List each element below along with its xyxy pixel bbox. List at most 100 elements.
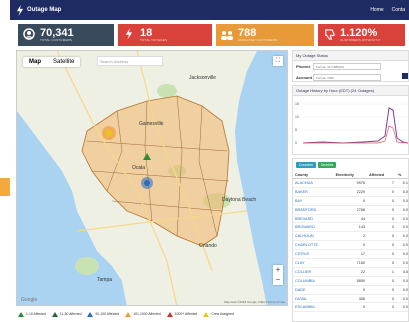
column-header[interactable]: County [293, 171, 334, 179]
zoom-in-button[interactable]: + [273, 265, 283, 275]
county-link[interactable]: BRADFORD [293, 205, 334, 215]
stat-label: AFFECTED CUSTOMERS [238, 38, 278, 42]
table-cell: 0 [367, 240, 396, 251]
table-cell: 0.0 [395, 187, 408, 197]
table-cell: 0.0 [395, 196, 408, 206]
column-header[interactable]: Electricity [333, 171, 368, 179]
y-tick: 0 [295, 141, 297, 145]
triangle-icon [203, 311, 210, 317]
table-cell: 0 [333, 302, 368, 313]
fullscreen-icon[interactable]: ⛶ [273, 56, 283, 66]
table-cell: 0.0 [395, 258, 408, 268]
stat-value: 70,341 [40, 27, 74, 39]
county-link[interactable]: ALACHUA [293, 178, 334, 188]
tab-map[interactable]: Map [23, 57, 47, 67]
address-search-input[interactable]: Search Address [97, 56, 163, 66]
table-row[interactable]: ALACHUA 9976 7 0.1 [293, 178, 408, 188]
crew-assigned-marker[interactable] [106, 130, 112, 136]
column-header[interactable]: Affected [367, 171, 396, 179]
table-row[interactable]: DUVAL 308 0 0.0 [293, 294, 408, 304]
table-cell: 0.0 [395, 302, 408, 313]
table-cell: 5890 [333, 276, 368, 286]
counties-button[interactable]: Counties [296, 162, 316, 168]
county-link[interactable]: CHARLOTTE [293, 240, 334, 251]
stat-card-total-outages: 18 TOTAL OUTAGES [118, 24, 212, 46]
county-link[interactable]: CALHOUN [293, 231, 334, 242]
county-link[interactable]: BREVARD [293, 214, 334, 224]
status-submit-button[interactable] [402, 73, 408, 79]
side-accent [0, 178, 10, 196]
map-attribution[interactable]: Map data ©2018 Google, INEGI Terms of Us… [224, 300, 285, 304]
table-row[interactable]: BAKER 2229 0 0.0 [293, 187, 408, 197]
county-link[interactable]: DADE [293, 285, 334, 295]
table-cell: 17 [333, 249, 368, 260]
table-cell: 2788 [333, 205, 368, 215]
table-cell: 0.1 [395, 178, 408, 188]
outage-marker[interactable] [144, 180, 150, 186]
account-label: Account [296, 75, 312, 80]
table-cell: 0 [333, 240, 368, 251]
y-tick: 15 [295, 102, 299, 106]
map-canvas[interactable]: Gainesville Jacksonville Ocala Orlando T… [17, 51, 288, 306]
table-cell: 0 [367, 205, 396, 215]
table-row[interactable]: COLUMBIA 5890 0 0.0 [293, 276, 408, 286]
zoom-control[interactable]: + − [273, 265, 283, 285]
stat-label: TOTAL OUTAGES [140, 38, 168, 42]
table-row[interactable]: COLLIER 22 1 4.5 [293, 267, 408, 277]
table-cell: 0.0 [395, 276, 408, 286]
county-link[interactable]: CITRUS [293, 249, 334, 260]
table-cell: 22 [333, 267, 368, 277]
legend-label: 51-100 Affected [95, 312, 120, 316]
tab-satellite[interactable]: Satellite [47, 57, 80, 67]
y-tick: 5 [295, 128, 297, 132]
triangle-icon [18, 311, 24, 317]
map-type-toggle[interactable]: Map Satellite [23, 57, 81, 67]
county-link[interactable]: DUVAL [293, 294, 334, 304]
table-row[interactable]: BAY 0 0 0.0 [293, 196, 408, 206]
table-row[interactable]: ESCAMBIA 0 0 0.0 [293, 302, 408, 313]
zoom-out-button[interactable]: − [273, 275, 283, 285]
table-cell: 0 [367, 294, 396, 304]
account-input[interactable] [313, 74, 381, 81]
districts-button[interactable]: Districts [317, 162, 337, 168]
stat-label: TOTAL CUSTOMERS [40, 38, 73, 42]
stat-value: 18 [140, 27, 153, 39]
table-cell: 0 [367, 196, 396, 206]
table-row[interactable]: CALHOUN 2 0 0.0 [293, 231, 408, 242]
nav-contact-link[interactable]: Conta [392, 7, 405, 13]
county-link[interactable]: CLAY [293, 258, 334, 268]
county-link[interactable]: COLUMBIA [293, 276, 334, 286]
table-cell: 0 [367, 276, 396, 286]
table-cell: 2 [333, 231, 368, 242]
map-legend: 1-10 Affected 11-50 Affected 51-100 Affe… [18, 308, 288, 320]
lightning-logo-icon [16, 4, 24, 16]
nav-home-link[interactable]: Home [370, 7, 383, 13]
triangle-icon [51, 311, 58, 317]
phone-input[interactable] [313, 63, 381, 70]
table-row[interactable]: CLAY 7150 0 0.0 [293, 258, 408, 268]
table-row[interactable]: CITRUS 17 0 0.0 [293, 249, 408, 260]
table-row[interactable]: BRADFORD 2788 0 0.0 [293, 205, 408, 215]
city-label-tampa: Tampa [97, 277, 112, 283]
history-series-line [302, 107, 409, 144]
table-cell: 143 [333, 222, 368, 233]
legend-label: Crew Assigned [211, 312, 234, 316]
table-cell: 4.5 [395, 267, 408, 277]
phone-label: Phone# [296, 64, 311, 69]
county-link[interactable]: BAY [293, 196, 334, 206]
table-row[interactable]: BROWARD 143 0 0.0 [293, 222, 408, 233]
county-link[interactable]: BAKER [293, 187, 334, 197]
table-row[interactable]: DADE 0 0 0.0 [293, 285, 408, 295]
county-link[interactable]: ESCAMBIA [293, 302, 334, 313]
column-header[interactable]: % [395, 171, 408, 179]
table-row[interactable]: CHARLOTTE 0 0 0.0 [293, 240, 408, 251]
table-row[interactable]: BREVARD 44 0 0.0 [293, 214, 408, 224]
city-label-jacksonville: Jacksonville [189, 75, 216, 81]
table-cell: 0.0 [395, 214, 408, 224]
outage-map[interactable]: Gainesville Jacksonville Ocala Orlando T… [16, 50, 288, 306]
outage-status-panel: My Outage Status Phone# Account [292, 50, 409, 82]
county-link[interactable]: BROWARD [293, 222, 334, 233]
county-link[interactable]: COLLIER [293, 267, 334, 277]
table-cell: 2229 [333, 187, 368, 197]
legend-label: 101-1000 Affected [133, 312, 161, 316]
